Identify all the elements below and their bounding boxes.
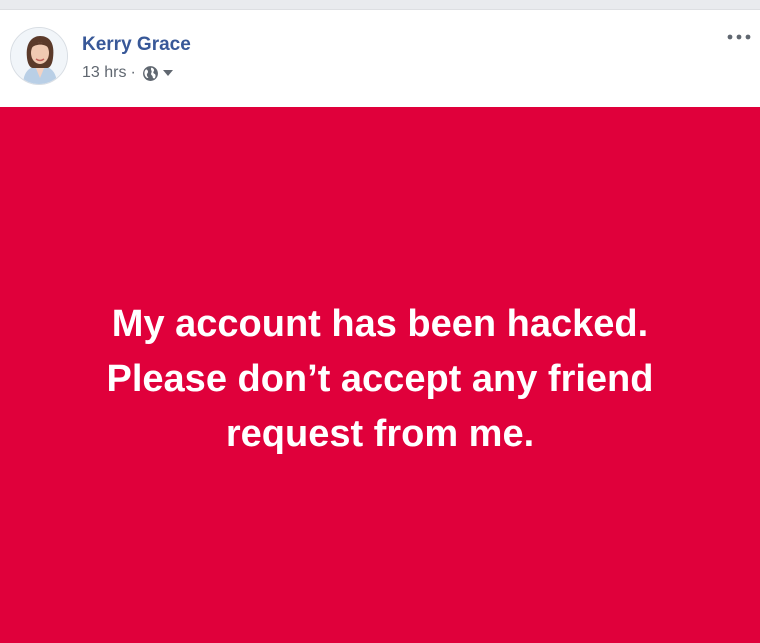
avatar[interactable] [10,27,68,85]
post-body: My account has been hacked. Please don’t… [0,107,760,643]
post-text-line: Please don’t accept any friend [106,358,654,400]
post-card: Kerry Grace 13 hrs · My account has been… [0,10,760,643]
post-text: My account has been hacked. Please don’t… [20,297,740,462]
post-timestamp[interactable]: 13 hrs [82,64,126,82]
globe-icon[interactable] [142,65,159,82]
post-text-line: My account has been hacked. [111,303,649,345]
more-options-icon[interactable] [726,32,752,42]
author-name[interactable]: Kerry Grace [82,34,191,56]
meta-separator: · [130,64,136,81]
post-text-line: request from me. [225,413,535,455]
post-meta: 13 hrs · [82,64,174,82]
avatar-image [11,28,67,84]
top-strip [0,0,760,10]
post-header: Kerry Grace 13 hrs · [0,10,760,106]
chevron-down-icon[interactable] [162,69,174,77]
